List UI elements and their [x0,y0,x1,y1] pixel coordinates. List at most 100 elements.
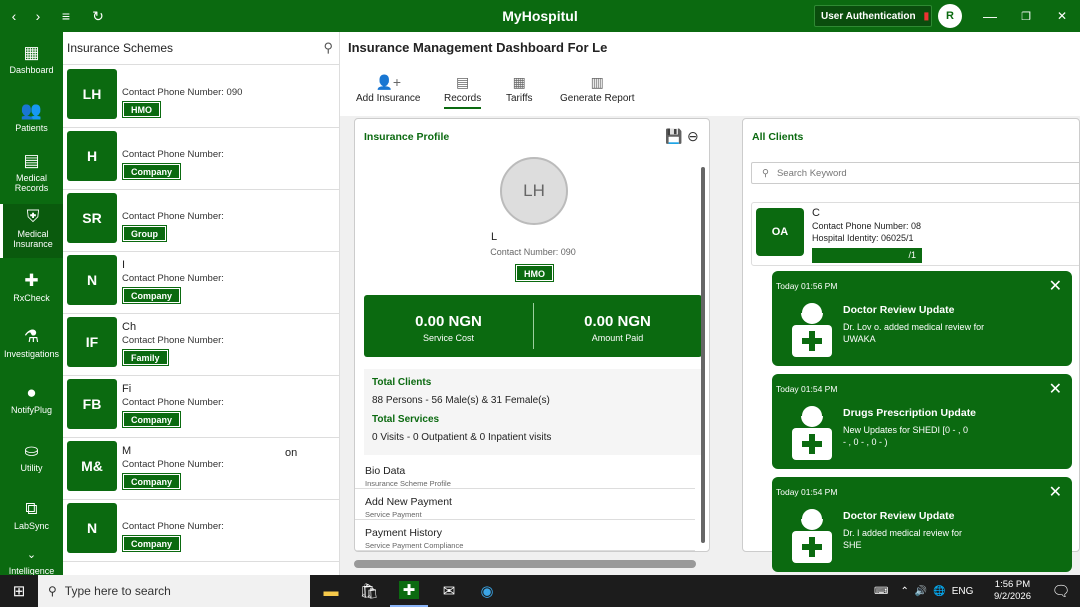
close-icon[interactable]: ✕ [1049,379,1062,399]
nav-labsync[interactable]: ⧉ LabSync [0,500,63,532]
total-clients-value: 88 Persons - 56 Male(s) & 31 Female(s) [372,395,550,406]
delete-icon[interactable]: ⊖ [687,128,699,145]
maximize-button[interactable]: ❐ [1016,0,1036,32]
user-avatar[interactable]: R [938,4,962,28]
notification-time: Today 01:54 PM [776,384,838,394]
section-subtitle: Insurance Scheme Profile [365,479,451,488]
globe-icon[interactable]: 🌐 [933,586,945,597]
store-icon[interactable]: 🛍 [350,575,388,607]
intelligence-icon: ⌄ [26,549,37,561]
language-indicator[interactable]: ENG [952,586,974,597]
scheme-type-badge: Company [121,411,182,428]
minimize-button[interactable]: — [980,0,1000,32]
windows-start-icon[interactable]: ⊞ [0,575,38,607]
notification-center-icon[interactable]: 🗨 [1042,575,1080,607]
notification-toast[interactable]: Today 01:54 PM ✕ Drugs Prescription Upda… [772,374,1072,469]
nav-label: LabSync [13,521,50,531]
file-explorer-icon[interactable]: ▬ [312,575,350,607]
scheme-phone: Contact Phone Number: [122,273,224,284]
profile-contact: Contact Number: 090 [490,247,576,257]
table-icon: ▦ [512,74,526,90]
windows-taskbar: ⊞ ⚲ Type here to search ▬ 🛍 ✚ ✉ ◉ ⌨ ⌃ 🔊 … [0,575,1080,607]
clock-time: 1:56 PM [994,579,1031,590]
add-new-payment-section[interactable]: Add New Payment Service Payment [355,490,695,520]
utility-icon: ⛀ [24,441,39,460]
add-insurance-button[interactable]: 👤+ Add Insurance [356,74,421,104]
add-user-icon: 👤+ [375,74,402,90]
nav-medical-records[interactable]: ▤ Medical Records [0,151,63,194]
notification-line: Dr. Lov o. added medical review for [843,322,985,332]
records-icon: ▤ [23,151,40,170]
nav-medical-insurance[interactable]: ⛨ Medical Insurance [0,204,63,258]
amount-paid-value: 0.00 NGN [584,313,651,330]
mail-icon[interactable]: ✉ [430,575,468,607]
section-title: Bio Data [365,465,406,477]
save-icon[interactable]: 💾 [665,128,682,145]
scheme-initials: FB [67,379,117,429]
user-authentication-button[interactable]: User Authentication ▮ [814,5,932,27]
nav-patients[interactable]: 👥 Patients [0,102,63,134]
scheme-item[interactable]: IF Ch Contact Phone Number: Family [63,314,339,376]
notification-line: New Updates for SHEDI [0 - , 0 [843,425,969,435]
edge-icon[interactable]: ◉ [468,575,506,607]
taskbar-search-placeholder: Type here to search [64,584,171,598]
clock[interactable]: 1:56 PM 9/2/2026 [994,575,1031,607]
notify-icon: ● [26,383,37,402]
section-title: Payment History [365,527,443,539]
horizontal-scrollbar[interactable] [354,560,696,568]
scheme-item[interactable]: LH Contact Phone Number: 090 HMO [63,66,339,128]
clock-date: 9/2/2026 [994,591,1031,602]
nav-dashboard[interactable]: ▦ Dashboard [0,44,63,76]
scheme-type-badge: Family [122,349,169,366]
notification-line: - , 0 - , 0 - ) [843,437,888,447]
scheme-name: Ch [122,321,137,333]
section-subtitle: Service Payment Compliance [365,541,464,550]
nav-notifyplug[interactable]: ● NotifyPlug [0,383,63,416]
notification-toast[interactable]: Today 01:56 PM ✕ Doctor Review Update Dr… [772,271,1072,366]
nav-label: Utility [20,463,43,473]
total-services-label: Total Services [372,414,440,425]
volume-icon[interactable]: 🔊 [915,586,927,597]
nav-investigations[interactable]: ⚗ Investigations [0,327,63,360]
notification-line: UWAKA [843,334,876,344]
scheme-type-badge: Company [121,287,182,304]
notification-title: Drugs Prescription Update [843,407,977,419]
taskbar-search-input[interactable]: ⚲ Type here to search [38,575,310,607]
investigations-icon: ⚗ [23,327,40,346]
close-icon[interactable]: ✕ [1049,482,1062,502]
client-card[interactable]: OA C Contact Phone Number: 08 Hospital I… [751,202,1079,266]
scheme-item[interactable]: N Contact Phone Number: Company [63,500,339,562]
keyboard-icon[interactable]: ⌨ [874,586,888,597]
scheme-item[interactable]: N I Contact Phone Number: Company [63,252,339,314]
myhospitul-app-icon[interactable]: ✚ [390,575,428,607]
notification-line: Dr. I added medical review for [843,528,963,538]
records-tab[interactable]: ▤ Records [444,74,482,109]
scheme-initials: N [67,503,117,553]
search-placeholder: Search Keyword [776,167,847,179]
profile-type-badge: HMO [515,264,554,282]
close-button[interactable]: ✕ [1052,0,1072,32]
nav-label: RxCheck [13,293,50,303]
scheme-item[interactable]: FB Fi Contact Phone Number: Company [63,376,339,438]
notification-toast[interactable]: Today 01:54 PM ✕ Doctor Review Update Dr… [772,477,1072,572]
tray-icons: ⌨ ⌃ 🔊 🌐 ENG [874,575,973,607]
chevron-up-icon[interactable]: ⌃ [900,586,908,597]
notification-title: Doctor Review Update [843,510,955,522]
vertical-scrollbar[interactable] [701,167,705,543]
scheme-phone: Contact Phone Number: 090 [122,87,243,98]
search-icon[interactable]: ⚲ [323,40,333,56]
nav-utility[interactable]: ⛀ Utility [0,441,63,474]
amount-paid-label: Amount Paid [591,333,644,343]
bio-data-section[interactable]: Bio Data Insurance Scheme Profile [355,459,695,489]
scheme-item[interactable]: SR Contact Phone Number: Group [63,190,339,252]
flag-icon: ▮ [923,10,930,22]
close-icon[interactable]: ✕ [1049,276,1062,296]
generate-report-button[interactable]: ▥ Generate Report [560,74,635,104]
scheme-item[interactable]: M& M on Contact Phone Number: Company [63,438,339,500]
scheme-item[interactable]: H Contact Phone Number: Company [63,128,339,190]
nav-intelligence[interactable]: ⌄ Intelligence [0,546,63,576]
nav-rxcheck[interactable]: ✚ RxCheck [0,272,63,304]
tariffs-tab[interactable]: ▦ Tariffs [506,74,533,104]
payment-history-section[interactable]: Payment History Service Payment Complian… [355,521,695,551]
client-search-input[interactable]: ⚲ Search Keyword [751,162,1079,184]
